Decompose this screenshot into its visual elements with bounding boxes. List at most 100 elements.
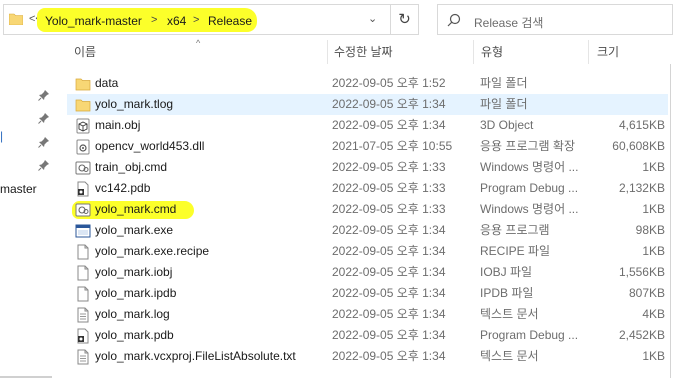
file-type: Program Debug ...	[480, 328, 579, 342]
nav-item-master[interactable]: master	[0, 182, 37, 196]
file-row[interactable]: yolo_mark.tlog 2022-09-05 오후 1:34 파일 폴더	[67, 94, 668, 115]
file-date: 2022-09-05 오후 1:33	[332, 160, 446, 174]
nav-item-partial[interactable]: |	[0, 129, 3, 143]
file-type: IOBJ 파일	[480, 265, 533, 279]
file-name: train_obj.cmd	[95, 160, 168, 174]
file-name: yolo_mark.log	[95, 307, 170, 321]
file-date: 2022-09-05 오후 1:34	[332, 265, 446, 279]
vertical-scrollbar[interactable]	[668, 64, 673, 378]
file-type: IPDB 파일	[480, 286, 534, 300]
file-type: 파일 폴더	[480, 97, 528, 111]
file-size: 60,608KB	[612, 139, 665, 153]
file-date: 2022-09-05 오후 1:34	[332, 307, 446, 321]
column-header-type[interactable]: 유형	[481, 40, 503, 64]
file-name: main.obj	[95, 118, 141, 132]
folder-icon	[75, 99, 91, 112]
file-row[interactable]: yolo_mark.exe.recipe 2022-09-05 오후 1:34 RE…	[67, 241, 668, 262]
file-date: 2022-09-05 오후 1:34	[332, 223, 446, 237]
file-type: 텍스트 문서	[480, 349, 539, 363]
file-name: yolo_mark.iobj	[95, 265, 173, 279]
file-name: yolo_mark.cmd	[95, 202, 177, 216]
text-file-icon	[77, 349, 89, 365]
pin-icon[interactable]	[38, 159, 50, 171]
file-type: 파일 폴더	[480, 76, 528, 90]
breadcrumb-separator[interactable]: >	[193, 14, 199, 26]
file-size: 807KB	[628, 286, 665, 300]
file-row[interactable]: train_obj.cmd 2022-09-05 오후 1:33 Windows 명…	[67, 157, 668, 178]
file-date: 2022-09-05 오후 1:34	[332, 286, 446, 300]
sort-caret-icon: ^	[196, 38, 201, 48]
breadcrumb-x64[interactable]: x64	[167, 14, 186, 28]
file-name: data	[95, 76, 119, 90]
search-box[interactable]: Release 검색	[437, 4, 673, 35]
column-header-size[interactable]: 크기	[597, 40, 619, 64]
breadcrumb-yolo-mark-master[interactable]: Yolo_mark-master	[45, 14, 142, 28]
file-type: 텍스트 문서	[480, 307, 539, 321]
file-row[interactable]: yolo_mark.ipdb 2022-09-05 오후 1:34 IPDB 파일 8…	[67, 283, 668, 304]
file-size: 1KB	[642, 202, 665, 216]
file-row[interactable]: yolo_mark.pdb 2022-09-05 오후 1:34 Program D…	[67, 325, 668, 346]
file-size: 4,615KB	[618, 118, 665, 132]
file-row[interactable]: main.obj 2022-09-05 오후 1:34 3D Object 4,615…	[67, 115, 668, 136]
file-name: yolo_mark.pdb	[95, 328, 174, 342]
dll-icon	[76, 139, 90, 155]
file-size: 98KB	[635, 223, 665, 237]
file-name: yolo_mark.exe	[95, 223, 174, 237]
breadcrumb-release[interactable]: Release	[208, 14, 252, 28]
pin-icon[interactable]	[38, 89, 50, 101]
file-size: 1KB	[642, 349, 665, 363]
search-icon	[447, 13, 461, 27]
file-size: 2,132KB	[618, 181, 665, 195]
refresh-button[interactable]: ↻	[391, 4, 419, 35]
column-header-date[interactable]: 수정한 날짜	[334, 40, 393, 64]
file-name: yolo_mark.vcxproj.FileListAbsolute.txt	[95, 349, 296, 363]
file-row[interactable]: yolo_mark.iobj 2022-09-05 오후 1:34 IOBJ 파일 1…	[67, 262, 668, 283]
file-name: yolo_mark.ipdb	[95, 286, 177, 300]
file-row[interactable]: yolo_mark.cmd 2022-09-05 오후 1:33 Windows 명…	[67, 199, 668, 220]
file-row[interactable]: opencv_world453.dll 2021-07-05 오후 10:55 응용…	[67, 136, 668, 157]
file-type: Program Debug ...	[480, 181, 579, 195]
file-size: 1,556KB	[618, 265, 665, 279]
file-date: 2022-09-05 오후 1:52	[332, 76, 446, 90]
file-date: 2022-09-05 오후 1:34	[332, 349, 446, 363]
file-name: vc142.pdb	[95, 181, 151, 195]
pdb-icon	[77, 181, 89, 197]
file-type: Windows 명령어 ...	[480, 160, 579, 174]
3d-object-icon	[76, 118, 90, 134]
file-name: yolo_mark.exe.recipe	[95, 244, 210, 258]
file-date: 2022-09-05 오후 1:33	[332, 202, 446, 216]
file-size: 1KB	[642, 160, 665, 174]
file-row[interactable]: data 2022-09-05 오후 1:52 파일 폴더	[67, 73, 668, 94]
search-placeholder: Release 검색	[474, 16, 544, 30]
file-date: 2022-09-05 오후 1:33	[332, 181, 446, 195]
file-size: 4KB	[642, 307, 665, 321]
cmd-icon	[75, 161, 91, 175]
pdb-icon	[77, 328, 89, 344]
chevron-down-icon[interactable]: ⌄	[368, 12, 377, 25]
file-type: Windows 명령어 ...	[480, 202, 579, 216]
file-row[interactable]: yolo_mark.vcxproj.FileListAbsolute.txt 20…	[67, 346, 668, 367]
breadcrumb-separator[interactable]: >	[151, 14, 157, 26]
folder-icon	[9, 13, 23, 25]
column-header-name[interactable]: 이름	[74, 40, 96, 64]
file-row[interactable]: vc142.pdb 2022-09-05 오후 1:33 Program Debug…	[67, 178, 668, 199]
file-row[interactable]: yolo_mark.log 2022-09-05 오후 1:34 텍스트 문서 4KB	[67, 304, 668, 325]
text-file-icon	[77, 307, 89, 323]
file-type: RECIPE 파일	[480, 244, 551, 258]
file-date: 2022-09-05 오후 1:34	[332, 328, 446, 342]
column-divider[interactable]	[327, 40, 328, 64]
folder-icon	[75, 78, 91, 91]
file-icon	[77, 244, 89, 260]
file-size: 1KB	[642, 244, 665, 258]
pin-icon[interactable]	[38, 112, 50, 124]
column-divider[interactable]	[473, 40, 474, 64]
column-divider[interactable]	[588, 40, 589, 64]
file-type: 응용 프로그램	[480, 223, 550, 237]
file-row[interactable]: yolo_mark.exe 2022-09-05 오후 1:34 응용 프로그램 98…	[67, 220, 668, 241]
address-bar[interactable]: << Yolo_mark-master > x64 > Release ⌄	[3, 4, 391, 35]
file-date: 2022-09-05 오후 1:34	[332, 244, 446, 258]
file-date: 2021-07-05 오후 10:55	[332, 139, 453, 153]
cmd-icon	[75, 203, 91, 217]
pin-icon[interactable]	[38, 136, 50, 148]
file-icon	[77, 265, 89, 281]
